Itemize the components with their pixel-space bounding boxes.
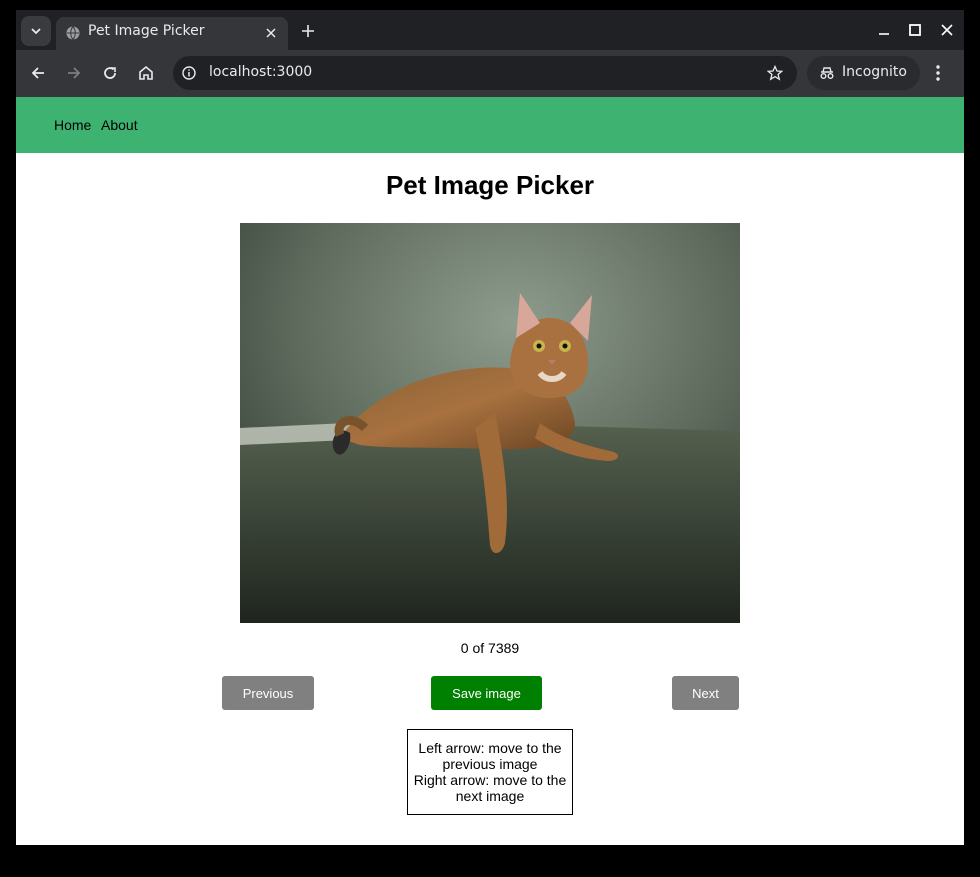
nav-home-link[interactable]: Home [54,117,91,133]
url-text: localhost:3000 [209,64,313,80]
next-button[interactable]: Next [672,676,739,710]
nav-about-link[interactable]: About [101,117,138,133]
back-icon[interactable] [29,64,47,82]
browser-toolbar: localhost:3000 Incognito [16,50,964,97]
cat-photo [240,223,740,623]
minimize-icon[interactable] [877,23,891,37]
tab-search-button[interactable] [21,16,51,46]
site-navbar: Home About [16,97,964,153]
bookmark-star-icon[interactable] [767,65,783,81]
close-tab-icon[interactable] [264,26,278,40]
address-bar[interactable]: localhost:3000 [173,56,797,90]
previous-button[interactable]: Previous [222,676,314,710]
maximize-icon[interactable] [908,23,922,37]
save-image-button[interactable]: Save image [431,676,542,710]
incognito-indicator[interactable]: Incognito [807,56,920,90]
tab-strip: Pet Image Picker [16,10,964,50]
page-title: Pet Image Picker [385,170,595,200]
pet-image [240,223,740,623]
tab-title: Pet Image Picker [88,23,205,39]
browser-tab[interactable]: Pet Image Picker [56,17,288,50]
new-tab-icon[interactable] [300,23,316,39]
chevron-down-icon [31,28,41,35]
browser-window: Pet Image Picker localhost:3000 Incognit… [16,10,964,845]
incognito-icon [820,67,834,79]
home-icon[interactable] [137,64,155,82]
help-right-arrow: Right arrow: move to the next image [413,772,567,804]
image-counter: 0 of 7389 [460,640,520,656]
help-left-arrow: Left arrow: move to the previous image [418,740,562,772]
site-info-icon[interactable] [182,66,196,80]
forward-icon[interactable] [65,64,83,82]
incognito-label: Incognito [842,64,907,80]
globe-icon [66,26,80,40]
more-menu-icon[interactable] [935,64,941,82]
close-window-icon[interactable] [940,23,954,37]
keyboard-help-box: Left arrow: move to the previous image R… [407,729,573,815]
reload-icon[interactable] [101,64,119,82]
